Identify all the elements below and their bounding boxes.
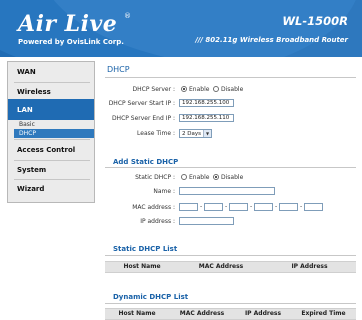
static-name-label: Name :	[153, 188, 175, 195]
product-tagline: /// 802.11g Wireless Broadband Router	[195, 36, 348, 44]
sidebar-item-system[interactable]: System	[8, 160, 94, 180]
column-header-host-name: Host Name	[118, 310, 156, 317]
sidebar-item-label: Wizard	[17, 185, 45, 193]
sidebar-item-wizard[interactable]: Wizard	[8, 179, 94, 199]
dynamic-list-header: Host Name MAC Address IP Address Expired…	[105, 308, 356, 320]
static-dhcp-list-title: Static DHCP List	[113, 245, 178, 253]
divider	[105, 77, 356, 78]
mac-separator: -	[300, 203, 303, 210]
router-admin-page: Air Live ® Powered by OvisLink Corp. WL-…	[0, 0, 362, 320]
mac-octet-4-input[interactable]	[254, 203, 273, 211]
add-static-dhcp-title: Add Static DHCP	[113, 158, 179, 166]
static-dhcp-disable-label: Disable	[221, 174, 244, 181]
chevron-down-icon: ▼	[203, 130, 211, 137]
sidebar-item-label: Access Control	[17, 146, 76, 154]
column-header-ip-address: IP Address	[244, 310, 282, 317]
column-header-expired-time: Expired Time	[301, 310, 346, 317]
static-name-input[interactable]	[179, 187, 275, 195]
lease-time-select[interactable]: 2 Days ▼	[179, 129, 212, 138]
divider	[105, 255, 356, 256]
sidebar-subitem-label: Basic	[19, 121, 35, 128]
main-content: DHCP DHCP Server : Enable Disable DHCP S…	[99, 61, 362, 320]
sidebar-item-wan[interactable]: WAN	[8, 62, 94, 82]
dynamic-dhcp-list-title: Dynamic DHCP List	[113, 293, 189, 301]
mac-octet-1-input[interactable]	[179, 203, 198, 211]
static-ip-label: IP address :	[140, 218, 175, 225]
column-header-host-name: Host Name	[123, 263, 161, 270]
dhcp-start-ip-input[interactable]: 192.168.255.100	[179, 99, 234, 107]
dhcp-start-ip-label: DHCP Server Start IP :	[108, 100, 175, 107]
mac-octet-6-input[interactable]	[304, 203, 323, 211]
mac-separator: -	[275, 203, 278, 210]
static-ip-input[interactable]	[179, 217, 234, 225]
sidebar-item-label: System	[17, 166, 47, 174]
mac-separator: -	[225, 203, 228, 210]
dhcp-server-disable-radio[interactable]	[213, 86, 219, 92]
page-title: DHCP	[107, 65, 130, 74]
sidebar-subitem-label: DHCP	[19, 130, 36, 137]
static-dhcp-disable-radio[interactable]	[213, 174, 219, 180]
mac-octet-5-input[interactable]	[279, 203, 298, 211]
static-mac-label: MAC address :	[132, 204, 175, 211]
lease-time-label: Lease Time :	[137, 130, 175, 137]
dhcp-end-ip-label: DHCP Server End IP :	[111, 115, 175, 122]
header-banner: Air Live ® Powered by OvisLink Corp. WL-…	[0, 0, 362, 57]
static-list-header: Host Name MAC Address IP Address	[105, 261, 356, 273]
brand-logo: Air Live	[18, 11, 118, 37]
brand-subtitle: Powered by OvisLink Corp.	[18, 38, 124, 46]
dhcp-server-disable-label: Disable	[221, 86, 244, 93]
static-dhcp-label: Static DHCP :	[135, 174, 175, 181]
column-header-mac-address: MAC Address	[198, 263, 244, 270]
column-header-ip-address: IP Address	[291, 263, 328, 270]
mac-octet-3-input[interactable]	[229, 203, 248, 211]
mac-separator: -	[250, 203, 253, 210]
sidebar-item-label: LAN	[17, 105, 33, 114]
registered-mark: ®	[124, 12, 131, 20]
dhcp-server-enable-radio[interactable]	[181, 86, 187, 92]
sidebar-item-label: Wireless	[17, 88, 51, 96]
sidebar-item-lan[interactable]: LAN	[8, 99, 94, 120]
static-dhcp-enable-label: Enable	[189, 174, 210, 181]
dhcp-server-label: DHCP Server :	[132, 86, 175, 93]
sidebar-nav: WAN Wireless LAN Basic DHCP Access Contr…	[7, 61, 95, 203]
sidebar-item-label: WAN	[17, 68, 36, 76]
lease-time-value: 2 Days	[182, 130, 201, 137]
sidebar-subitem-basic[interactable]: Basic	[14, 120, 94, 129]
mac-separator: -	[200, 203, 203, 210]
column-header-mac-address: MAC Address	[179, 310, 225, 317]
static-dhcp-enable-radio[interactable]	[181, 174, 187, 180]
dhcp-end-ip-input[interactable]: 192.168.255.110	[179, 114, 234, 122]
divider	[105, 303, 356, 304]
dhcp-server-enable-label: Enable	[189, 86, 210, 93]
sidebar-subitem-dhcp[interactable]: DHCP	[14, 129, 94, 138]
divider	[105, 167, 356, 168]
sidebar-item-access-control[interactable]: Access Control	[8, 140, 94, 160]
mac-octet-2-input[interactable]	[204, 203, 223, 211]
model-name: WL-1500R	[282, 14, 348, 28]
